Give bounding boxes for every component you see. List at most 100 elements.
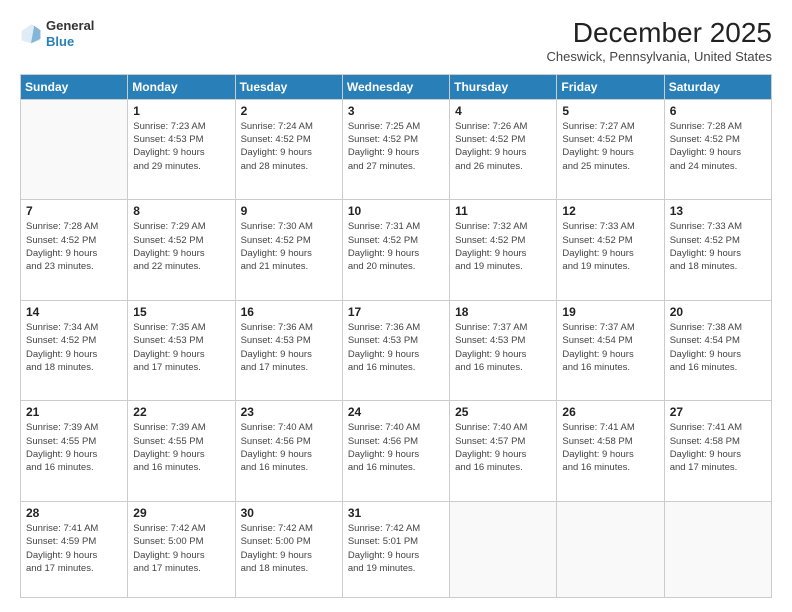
calendar-week-row: 21 Sunrise: 7:39 AM Sunset: 4:55 PM Dayli… [21,401,772,502]
calendar-day-cell: 7Sunrise: 7:28 AM Sunset: 4:52 PM Daylig… [21,200,128,301]
calendar-day-cell [557,502,664,598]
calendar-day-cell: 25 Sunrise: 7:40 AM Sunset: 4:57 PM Dayli… [450,401,557,502]
day-info: Sunrise: 7:41 AM Sunset: 4:58 PM Dayligh… [670,421,766,474]
calendar-day-cell: 26 Sunrise: 7:41 AM Sunset: 4:58 PM Dayli… [557,401,664,502]
title-block: December 2025 Cheswick, Pennsylvania, Un… [547,18,772,64]
day-number: 23 [241,405,337,419]
day-info: Sunrise: 7:24 AM Sunset: 4:52 PM Dayligh… [241,120,337,173]
day-info: Sunrise: 7:42 AM Sunset: 5:00 PM Dayligh… [133,522,229,575]
calendar-day-cell: 22 Sunrise: 7:39 AM Sunset: 4:55 PM Dayli… [128,401,235,502]
calendar-day-cell: 9Sunrise: 7:30 AM Sunset: 4:52 PM Daylig… [235,200,342,301]
calendar-day-cell: 6 Sunrise: 7:28 AM Sunset: 4:52 PM Daylig… [664,99,771,200]
day-info: Sunrise: 7:29 AM Sunset: 4:52 PM Dayligh… [133,220,229,273]
location: Cheswick, Pennsylvania, United States [547,49,772,64]
calendar-day-header: Thursday [450,74,557,99]
day-number: 19 [562,305,658,319]
day-number: 16 [241,305,337,319]
day-info: Sunrise: 7:31 AM Sunset: 4:52 PM Dayligh… [348,220,444,273]
day-number: 27 [670,405,766,419]
day-number: 3 [348,104,444,118]
calendar-day-cell: 8 Sunrise: 7:29 AM Sunset: 4:52 PM Daylig… [128,200,235,301]
day-info: Sunrise: 7:39 AM Sunset: 4:55 PM Dayligh… [26,421,122,474]
day-number: 22 [133,405,229,419]
day-info: Sunrise: 7:40 AM Sunset: 4:56 PM Dayligh… [241,421,337,474]
day-info: Sunrise: 7:33 AM Sunset: 4:52 PM Dayligh… [670,220,766,273]
calendar-day-header: Wednesday [342,74,449,99]
day-number: 5 [562,104,658,118]
month-title: December 2025 [547,18,772,49]
day-info: Sunrise: 7:37 AM Sunset: 4:54 PM Dayligh… [562,321,658,374]
calendar-day-cell: 20 Sunrise: 7:38 AM Sunset: 4:54 PM Dayli… [664,300,771,401]
calendar-day-cell: 13 Sunrise: 7:33 AM Sunset: 4:52 PM Dayli… [664,200,771,301]
calendar-day-cell: 28Sunrise: 7:41 AM Sunset: 4:59 PM Dayli… [21,502,128,598]
calendar-day-cell: 12Sunrise: 7:33 AM Sunset: 4:52 PM Dayli… [557,200,664,301]
day-info: Sunrise: 7:23 AM Sunset: 4:53 PM Dayligh… [133,120,229,173]
day-number: 6 [670,104,766,118]
calendar-day-cell: 18Sunrise: 7:37 AM Sunset: 4:53 PM Dayli… [450,300,557,401]
day-number: 9 [241,204,337,218]
calendar-day-cell [664,502,771,598]
logo-text: General Blue [46,18,94,49]
calendar-week-row: 28Sunrise: 7:41 AM Sunset: 4:59 PM Dayli… [21,502,772,598]
calendar-day-cell: 5 Sunrise: 7:27 AM Sunset: 4:52 PM Daylig… [557,99,664,200]
calendar-day-cell: 3Sunrise: 7:25 AM Sunset: 4:52 PM Daylig… [342,99,449,200]
day-info: Sunrise: 7:41 AM Sunset: 4:59 PM Dayligh… [26,522,122,575]
calendar-day-header: Saturday [664,74,771,99]
calendar-day-cell: 10 Sunrise: 7:31 AM Sunset: 4:52 PM Dayli… [342,200,449,301]
calendar-day-cell: 11Sunrise: 7:32 AM Sunset: 4:52 PM Dayli… [450,200,557,301]
day-number: 21 [26,405,122,419]
day-number: 29 [133,506,229,520]
calendar-day-header: Monday [128,74,235,99]
day-info: Sunrise: 7:39 AM Sunset: 4:55 PM Dayligh… [133,421,229,474]
day-number: 13 [670,204,766,218]
day-number: 31 [348,506,444,520]
calendar-day-cell: 21 Sunrise: 7:39 AM Sunset: 4:55 PM Dayli… [21,401,128,502]
day-info: Sunrise: 7:36 AM Sunset: 4:53 PM Dayligh… [348,321,444,374]
logo-icon [20,23,42,45]
day-info: Sunrise: 7:36 AM Sunset: 4:53 PM Dayligh… [241,321,337,374]
calendar-day-cell: 1 Sunrise: 7:23 AM Sunset: 4:53 PM Daylig… [128,99,235,200]
day-number: 10 [348,204,444,218]
day-number: 25 [455,405,551,419]
day-number: 15 [133,305,229,319]
calendar-day-cell: 17 Sunrise: 7:36 AM Sunset: 4:53 PM Dayli… [342,300,449,401]
day-info: Sunrise: 7:41 AM Sunset: 4:58 PM Dayligh… [562,421,658,474]
day-number: 8 [133,204,229,218]
calendar-day-cell: 14 Sunrise: 7:34 AM Sunset: 4:52 PM Dayli… [21,300,128,401]
day-number: 30 [241,506,337,520]
calendar-week-row: 7Sunrise: 7:28 AM Sunset: 4:52 PM Daylig… [21,200,772,301]
day-number: 1 [133,104,229,118]
day-number: 14 [26,305,122,319]
day-number: 2 [241,104,337,118]
day-info: Sunrise: 7:40 AM Sunset: 4:56 PM Dayligh… [348,421,444,474]
logo: General Blue [20,18,94,49]
day-number: 18 [455,305,551,319]
calendar-day-cell: 4Sunrise: 7:26 AM Sunset: 4:52 PM Daylig… [450,99,557,200]
calendar-day-cell: 30 Sunrise: 7:42 AM Sunset: 5:00 PM Dayli… [235,502,342,598]
day-number: 12 [562,204,658,218]
calendar-week-row: 14 Sunrise: 7:34 AM Sunset: 4:52 PM Dayli… [21,300,772,401]
calendar-day-cell: 16 Sunrise: 7:36 AM Sunset: 4:53 PM Dayli… [235,300,342,401]
day-info: Sunrise: 7:34 AM Sunset: 4:52 PM Dayligh… [26,321,122,374]
calendar-day-cell: 15 Sunrise: 7:35 AM Sunset: 4:53 PM Dayli… [128,300,235,401]
header: General Blue December 2025 Cheswick, Pen… [20,18,772,64]
day-info: Sunrise: 7:28 AM Sunset: 4:52 PM Dayligh… [670,120,766,173]
day-number: 20 [670,305,766,319]
calendar-day-cell: 31Sunrise: 7:42 AM Sunset: 5:01 PM Dayli… [342,502,449,598]
calendar-day-cell: 23 Sunrise: 7:40 AM Sunset: 4:56 PM Dayli… [235,401,342,502]
day-info: Sunrise: 7:35 AM Sunset: 4:53 PM Dayligh… [133,321,229,374]
calendar-day-header: Friday [557,74,664,99]
day-info: Sunrise: 7:38 AM Sunset: 4:54 PM Dayligh… [670,321,766,374]
day-info: Sunrise: 7:32 AM Sunset: 4:52 PM Dayligh… [455,220,551,273]
day-info: Sunrise: 7:27 AM Sunset: 4:52 PM Dayligh… [562,120,658,173]
day-number: 17 [348,305,444,319]
calendar-day-cell: 2 Sunrise: 7:24 AM Sunset: 4:52 PM Daylig… [235,99,342,200]
calendar-day-cell: 29 Sunrise: 7:42 AM Sunset: 5:00 PM Dayli… [128,502,235,598]
calendar-week-row: 1 Sunrise: 7:23 AM Sunset: 4:53 PM Daylig… [21,99,772,200]
day-number: 26 [562,405,658,419]
calendar-day-cell [21,99,128,200]
calendar-day-cell [450,502,557,598]
day-info: Sunrise: 7:40 AM Sunset: 4:57 PM Dayligh… [455,421,551,474]
day-info: Sunrise: 7:42 AM Sunset: 5:00 PM Dayligh… [241,522,337,575]
calendar-page: General Blue December 2025 Cheswick, Pen… [0,0,792,612]
